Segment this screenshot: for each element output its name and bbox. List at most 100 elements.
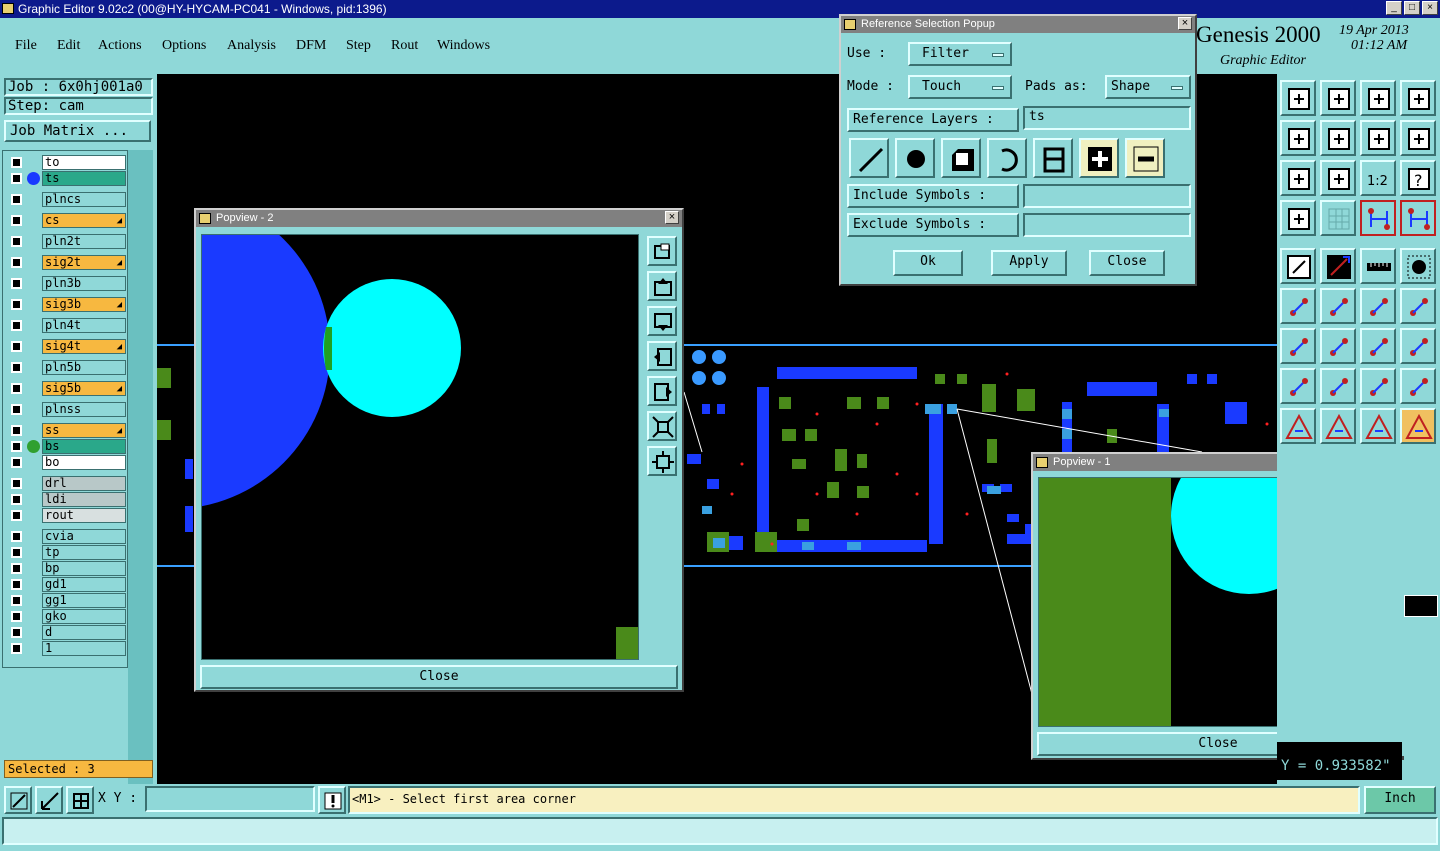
- reference-layers-input[interactable]: ts: [1023, 106, 1191, 130]
- include-symbols-input[interactable]: [1023, 184, 1191, 208]
- layer-name[interactable]: 1: [42, 641, 126, 656]
- popview-2-canvas[interactable]: [201, 234, 639, 660]
- include-symbols-button[interactable]: Include Symbols :: [847, 184, 1019, 208]
- center-view-icon[interactable]: [1320, 160, 1356, 196]
- layer-checkbox[interactable]: [11, 257, 22, 268]
- layer-name[interactable]: tp: [42, 545, 126, 560]
- zoom-window-icon[interactable]: [647, 236, 677, 266]
- triangle-b-icon[interactable]: [1320, 408, 1356, 444]
- zoom-out-icon[interactable]: [647, 446, 677, 476]
- layer-compare-icon[interactable]: [1360, 200, 1396, 236]
- layer-name[interactable]: bo: [42, 455, 126, 470]
- layer-row-tp[interactable]: tp: [7, 545, 126, 560]
- rotate-icon[interactable]: [1400, 120, 1436, 156]
- layer-checkbox[interactable]: [11, 441, 22, 452]
- layer-name[interactable]: ts: [42, 171, 126, 186]
- pan-down-icon[interactable]: [647, 306, 677, 336]
- layer-name[interactable]: sig4t ◢: [42, 339, 126, 354]
- reference-layers-button[interactable]: Reference Layers :: [847, 108, 1019, 132]
- layer-name[interactable]: pln4t: [42, 318, 126, 333]
- layer-name[interactable]: sig5b ◢: [42, 381, 126, 396]
- layer-name[interactable]: plncs: [42, 192, 126, 207]
- layer-name[interactable]: sig2t ◢: [42, 255, 126, 270]
- layer-checkbox[interactable]: [11, 547, 22, 558]
- layer-checkbox[interactable]: [11, 236, 22, 247]
- layer-row-1[interactable]: 1: [7, 641, 126, 656]
- intersect-icon[interactable]: [1320, 288, 1356, 324]
- layer-row-plnss[interactable]: plnss: [7, 402, 126, 417]
- layer-name[interactable]: ss ◢: [42, 423, 126, 438]
- refsel-close-x[interactable]: ×: [1178, 17, 1192, 30]
- menu-rout[interactable]: Rout: [391, 38, 418, 54]
- polarity-icon[interactable]: [1400, 328, 1436, 364]
- layer-checkbox[interactable]: [11, 595, 22, 606]
- grid-icon[interactable]: [1320, 200, 1356, 236]
- layer-name[interactable]: sig3b ◢: [42, 297, 126, 312]
- alert-icon[interactable]: [318, 786, 346, 814]
- layer-row-pln2t[interactable]: pln2t: [7, 234, 126, 249]
- layer-checkbox[interactable]: [11, 299, 22, 310]
- layer-row-gg1[interactable]: gg1: [7, 593, 126, 608]
- zoom-in-icon[interactable]: [647, 411, 677, 441]
- menu-file[interactable]: File: [15, 38, 37, 54]
- layer-row-rout[interactable]: rout: [7, 508, 126, 523]
- layer-row-sig3b[interactable]: sig3b ◢: [7, 297, 126, 312]
- ruler-icon[interactable]: [1360, 248, 1396, 284]
- surface-shape-icon[interactable]: [941, 138, 981, 178]
- menu-actions[interactable]: Actions: [98, 38, 142, 54]
- drag-point-icon[interactable]: [1400, 288, 1436, 324]
- close-window-button[interactable]: ×: [1422, 1, 1438, 15]
- snap-mode-icon[interactable]: [4, 786, 32, 814]
- layer-checkbox[interactable]: [11, 341, 22, 352]
- pan-left-icon[interactable]: [1280, 120, 1316, 156]
- layer-name[interactable]: pln2t: [42, 234, 126, 249]
- minimize-button[interactable]: _: [1386, 1, 1402, 15]
- layer-checkbox[interactable]: [11, 457, 22, 468]
- layer-checkbox[interactable]: [11, 320, 22, 331]
- maximize-button[interactable]: □: [1404, 1, 1420, 15]
- layer-checkbox[interactable]: [11, 194, 22, 205]
- popview-2-close-x[interactable]: ×: [665, 211, 679, 224]
- layer-link-icon[interactable]: [1400, 200, 1436, 236]
- pan-left-icon[interactable]: [647, 341, 677, 371]
- layer-row-cs[interactable]: cs ◢: [7, 213, 126, 228]
- job-matrix-button[interactable]: Job Matrix ...: [4, 120, 151, 142]
- pads-as-dropdown[interactable]: Shape: [1105, 75, 1191, 99]
- layer-row-pln5b[interactable]: pln5b: [7, 360, 126, 375]
- layer-name[interactable]: plnss: [42, 402, 126, 417]
- layer-name[interactable]: d: [42, 625, 126, 640]
- layer-name[interactable]: ldi: [42, 492, 126, 507]
- menu-edit[interactable]: Edit: [57, 38, 80, 54]
- layer-checkbox[interactable]: [11, 478, 22, 489]
- node-icon[interactable]: [1280, 288, 1316, 324]
- pad-icon[interactable]: [1400, 248, 1436, 284]
- add-line-icon[interactable]: [1320, 248, 1356, 284]
- layer-row-bo[interactable]: bo: [7, 455, 126, 470]
- layer-checkbox[interactable]: [11, 404, 22, 415]
- positive-polarity-icon[interactable]: [1079, 138, 1119, 178]
- undo-arc-icon[interactable]: [1360, 328, 1396, 364]
- layer-name[interactable]: gko: [42, 609, 126, 624]
- arc-shape-icon[interactable]: [987, 138, 1027, 178]
- negative-polarity-icon[interactable]: [1125, 138, 1165, 178]
- menu-options[interactable]: Options: [162, 38, 206, 54]
- popview-2-close-button[interactable]: Close: [200, 665, 678, 689]
- triangle-c-icon[interactable]: [1360, 408, 1396, 444]
- layer-checkbox[interactable]: [11, 215, 22, 226]
- layer-name[interactable]: gg1: [42, 593, 126, 608]
- split-view-icon[interactable]: [1400, 80, 1436, 116]
- layer-row-sig4t[interactable]: sig4t ◢: [7, 339, 126, 354]
- menu-windows[interactable]: Windows: [437, 38, 490, 54]
- grid-mode-icon[interactable]: [66, 786, 94, 814]
- layer-row-d[interactable]: d: [7, 625, 126, 640]
- layer-row-to[interactable]: to: [7, 155, 126, 170]
- triangle-d-icon[interactable]: [1400, 408, 1436, 444]
- close-button[interactable]: Close: [1089, 250, 1165, 276]
- split-icon[interactable]: [1320, 368, 1356, 404]
- exclude-symbols-button[interactable]: Exclude Symbols :: [847, 213, 1019, 237]
- layer-name[interactable]: to: [42, 155, 126, 170]
- measure-icon[interactable]: [1360, 368, 1396, 404]
- pan-right-icon[interactable]: [1320, 120, 1356, 156]
- layer-name[interactable]: bp: [42, 561, 126, 576]
- fit-view-icon[interactable]: [1280, 160, 1316, 196]
